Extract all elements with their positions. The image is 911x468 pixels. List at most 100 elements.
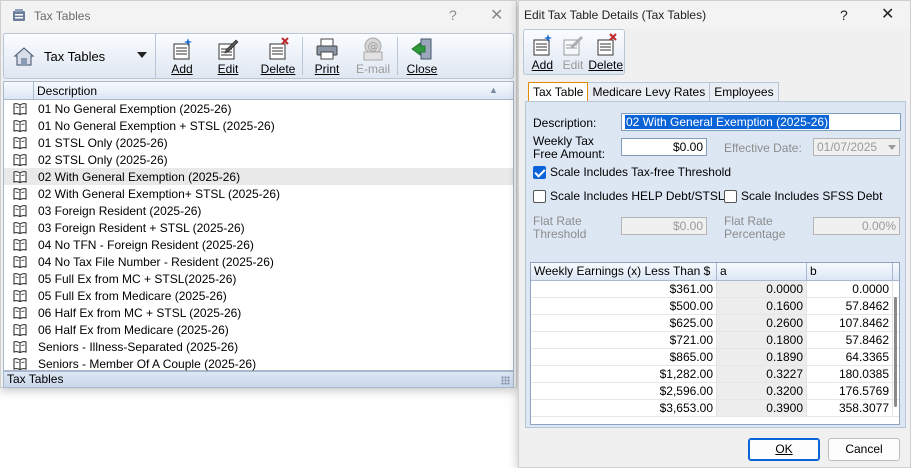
title-bar: Tax Tables ? ✕ — [1, 1, 516, 31]
help-debt-checkbox[interactable]: Scale Includes HELP Debt/STSL — [533, 189, 725, 203]
cell-a[interactable]: 0.1600 — [717, 298, 807, 314]
sfss-debt-checkbox[interactable]: Scale Includes SFSS Debt — [724, 189, 882, 203]
list-item[interactable]: 01 STSL Only (2025-26) — [4, 134, 513, 151]
tax-free-threshold-checkbox[interactable]: Scale Includes Tax-free Threshold — [533, 165, 731, 179]
print-button[interactable]: Print — [305, 34, 349, 78]
list-item[interactable]: Seniors - Member Of A Couple (2025-26) — [4, 355, 513, 372]
weekly-tax-free-input[interactable]: $0.00 — [621, 138, 707, 156]
table-row[interactable]: $2,596.00 0.3200 176.5769 — [531, 383, 899, 400]
cell-a[interactable]: 0.1890 — [717, 349, 807, 365]
table-row[interactable]: $500.00 0.1600 57.8462 — [531, 298, 899, 315]
list-item[interactable]: 06 Half Ex from Medicare (2025-26) — [4, 321, 513, 338]
help-icon[interactable]: ? — [449, 7, 457, 23]
description-input[interactable]: 02 With General Exemption (2025-26) — [621, 113, 901, 131]
cell-b[interactable]: 64.3365 — [807, 349, 893, 365]
close-button[interactable]: Close — [400, 34, 444, 78]
cell-weekly-earnings[interactable]: $625.00 — [531, 315, 717, 331]
cell-a[interactable]: 0.3200 — [717, 383, 807, 399]
house-icon — [13, 47, 35, 66]
list-item-label: 04 No Tax File Number - Resident (2025-2… — [38, 254, 274, 269]
flat-rate-threshold-label-2: Threshold — [533, 227, 587, 241]
cell-b[interactable]: 180.0385 — [807, 366, 893, 382]
edit-row-button[interactable]: Edit — [555, 30, 592, 74]
table-row[interactable]: $625.00 0.2600 107.8462 — [531, 315, 899, 332]
grid-header-b[interactable]: b — [807, 263, 893, 280]
table-row[interactable]: $721.00 0.1800 57.8462 — [531, 332, 899, 349]
effective-date-picker[interactable]: 01/07/2025 — [813, 138, 900, 156]
cell-weekly-earnings[interactable]: $361.00 — [531, 281, 717, 297]
column-header-description[interactable]: Description — [37, 84, 97, 98]
list-item[interactable]: 02 With General Exemption (2025-26) — [4, 168, 513, 185]
delete-document-icon — [597, 33, 617, 56]
flat-rate-percentage-label-2: Percentage — [724, 227, 786, 241]
tab-medicare-levy-rates[interactable]: Medicare Levy Rates — [587, 82, 711, 101]
cell-weekly-earnings[interactable]: $2,596.00 — [531, 383, 717, 399]
cell-a[interactable]: 0.1800 — [717, 332, 807, 348]
add-button[interactable]: Add — [160, 34, 204, 78]
close-icon[interactable]: ✕ — [490, 5, 503, 25]
cell-b[interactable]: 176.5769 — [807, 383, 893, 399]
list-item[interactable]: Seniors - Illness-Separated (2025-26) — [4, 338, 513, 355]
table-row[interactable]: $865.00 0.1890 64.3365 — [531, 349, 899, 366]
tab-tax-table[interactable]: Tax Table — [528, 82, 589, 101]
flat-rate-threshold-input[interactable]: $0.00 — [621, 217, 707, 235]
cell-b[interactable]: 57.8462 — [807, 298, 893, 314]
cell-b[interactable]: 0.0000 — [807, 281, 893, 297]
list-item[interactable]: 01 No General Exemption + STSL (2025-26) — [4, 117, 513, 134]
list-item[interactable]: 04 No TFN - Foreign Resident (2025-26) — [4, 236, 513, 253]
module-selector[interactable]: Tax Tables — [4, 34, 156, 78]
list-item[interactable]: 05 Full Ex from Medicare (2025-26) — [4, 287, 513, 304]
cell-a[interactable]: 0.0000 — [717, 281, 807, 297]
cell-weekly-earnings[interactable]: $865.00 — [531, 349, 717, 365]
table-row[interactable]: $1,282.00 0.3227 180.0385 — [531, 366, 899, 383]
book-icon — [13, 187, 27, 200]
flat-rate-percentage-input[interactable]: 0.00% — [813, 217, 900, 235]
cell-a[interactable]: 0.3900 — [717, 400, 807, 416]
cell-b[interactable]: 358.3077 — [807, 400, 893, 416]
cell-b[interactable]: 107.8462 — [807, 315, 893, 331]
edit-document-icon — [563, 36, 583, 56]
cancel-button[interactable]: Cancel — [828, 438, 900, 461]
close-icon[interactable]: ✕ — [881, 4, 894, 24]
list-item[interactable]: 02 With General Exemption+ STSL (2025-26… — [4, 185, 513, 202]
list-item-label: 05 Full Ex from MC + STSL(2025-26) — [38, 271, 237, 286]
list-item[interactable]: 06 Half Ex from MC + STSL (2025-26) — [4, 304, 513, 321]
email-button[interactable]: @ E-mail — [351, 34, 395, 78]
list-item[interactable]: 03 Foreign Resident (2025-26) — [4, 202, 513, 219]
cell-weekly-earnings[interactable]: $3,653.00 — [531, 400, 717, 416]
cell-weekly-earnings[interactable]: $721.00 — [531, 332, 717, 348]
list-item-label: 04 No TFN - Foreign Resident (2025-26) — [38, 237, 254, 252]
tax-table-panel: Description: 02 With General Exemption (… — [525, 101, 906, 428]
list-item-label: 06 Half Ex from MC + STSL (2025-26) — [38, 305, 242, 320]
list-item-label: Seniors - Illness-Separated (2025-26) — [38, 339, 239, 354]
grid-header-weekly-earnings[interactable]: Weekly Earnings (x) Less Than $ — [531, 263, 717, 280]
list-item-label: 03 Foreign Resident (2025-26) — [38, 203, 202, 218]
cell-weekly-earnings[interactable]: $500.00 — [531, 298, 717, 314]
tax-tables-list[interactable]: Description ▲ 01 No General Exemption (2… — [3, 81, 514, 371]
tab-employees[interactable]: Employees — [709, 82, 779, 101]
list-item-label: Seniors - Member Of A Couple (2025-26) — [38, 356, 257, 371]
delete-button[interactable]: Delete — [256, 34, 300, 78]
resize-grip-icon[interactable] — [501, 376, 510, 385]
grid-header: Weekly Earnings (x) Less Than $ a b — [531, 263, 899, 281]
cell-b[interactable]: 57.8462 — [807, 332, 893, 348]
cell-a[interactable]: 0.2600 — [717, 315, 807, 331]
grid-header-a[interactable]: a — [717, 263, 807, 280]
list-item[interactable]: 04 No Tax File Number - Resident (2025-2… — [4, 253, 513, 270]
checkbox-icon — [724, 189, 737, 203]
tax-scale-grid[interactable]: Weekly Earnings (x) Less Than $ a b $361… — [530, 262, 900, 425]
edit-button[interactable]: Edit — [206, 34, 250, 78]
cell-weekly-earnings[interactable]: $1,282.00 — [531, 366, 717, 382]
delete-row-button[interactable]: Delete — [587, 30, 624, 74]
help-icon[interactable]: ? — [840, 7, 848, 23]
list-item-label: 02 With General Exemption (2025-26) — [38, 169, 241, 184]
grid-scrollbar[interactable] — [894, 297, 897, 407]
list-item[interactable]: 05 Full Ex from MC + STSL(2025-26) — [4, 270, 513, 287]
list-item[interactable]: 02 STSL Only (2025-26) — [4, 151, 513, 168]
table-row[interactable]: $361.00 0.0000 0.0000 — [531, 281, 899, 298]
cell-a[interactable]: 0.3227 — [717, 366, 807, 382]
list-item[interactable]: 01 No General Exemption (2025-26) — [4, 100, 513, 117]
list-item[interactable]: 03 Foreign Resident + STSL (2025-26) — [4, 219, 513, 236]
ok-button[interactable]: OK — [748, 438, 820, 461]
table-row[interactable]: $3,653.00 0.3900 358.3077 — [531, 400, 899, 417]
